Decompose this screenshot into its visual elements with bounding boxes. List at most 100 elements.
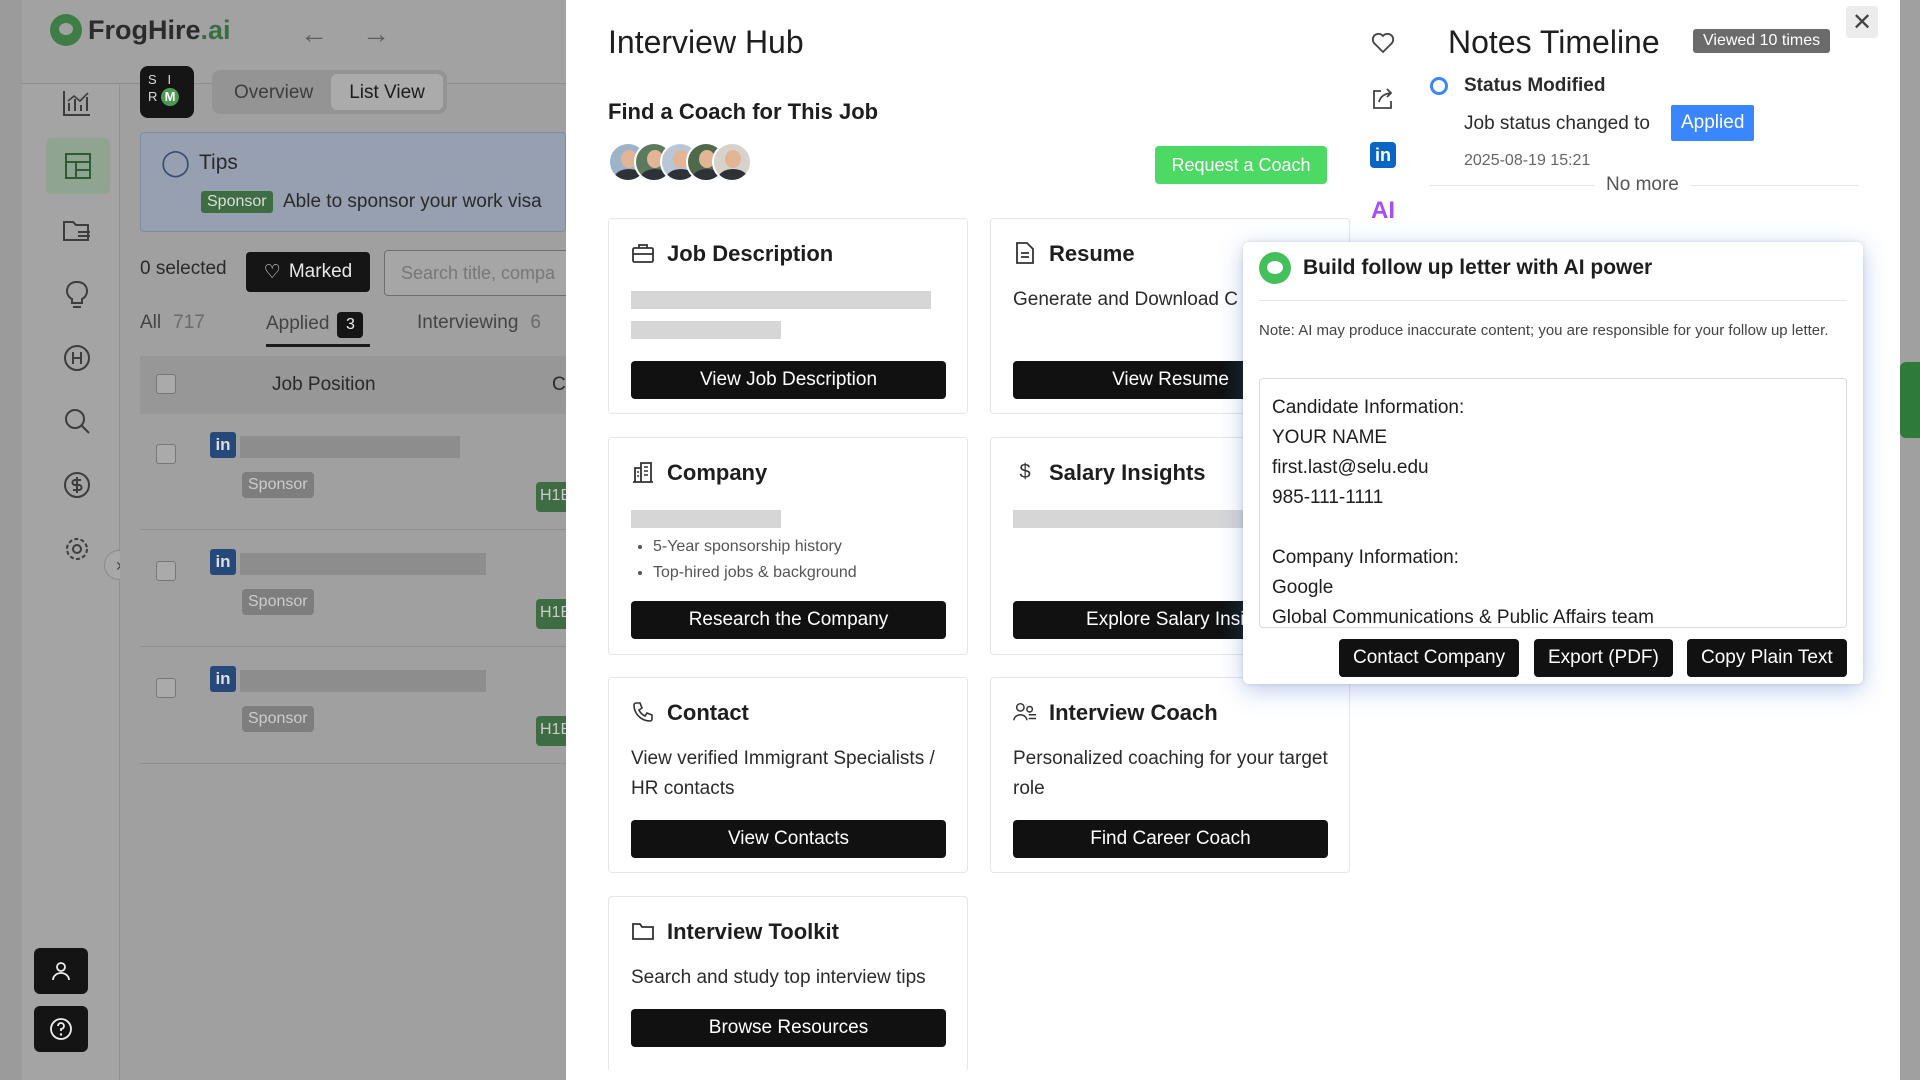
- card-description: Personalized coaching for your target ro…: [1013, 748, 1328, 799]
- table-row[interactable]: in Sponsor H1B: [140, 531, 576, 647]
- sidebar-item-settings[interactable]: [52, 524, 102, 574]
- job-title-placeholder: [240, 436, 460, 458]
- tab-interviewing[interactable]: Interviewing 6: [417, 312, 541, 334]
- timeline-dot-icon: [1430, 77, 1448, 95]
- timeline-end-divider: No more: [1430, 174, 1858, 196]
- row-checkbox[interactable]: [156, 561, 176, 581]
- sidebar-item-analytics[interactable]: [52, 78, 102, 128]
- lightbulb-icon: ◯: [161, 147, 191, 177]
- linkedin-icon: in: [210, 549, 236, 575]
- timeline-text: Job status changed to: [1464, 113, 1650, 134]
- card-description: View verified Immigrant Specialists / HR…: [631, 748, 935, 799]
- letter-line: Global Communications & Public Affairs t…: [1272, 607, 1654, 628]
- marked-filter-button[interactable]: ♡ Marked: [246, 252, 370, 292]
- profile-button[interactable]: [34, 948, 88, 994]
- tab-list-view[interactable]: List View: [331, 74, 443, 110]
- app-logo[interactable]: FrogHire.ai: [50, 14, 231, 46]
- browse-resources-button[interactable]: Browse Resources: [631, 1009, 946, 1047]
- floating-side-tab[interactable]: [1900, 362, 1920, 438]
- view-contacts-button[interactable]: View Contacts: [631, 820, 946, 858]
- tab-count: 717: [173, 312, 205, 333]
- sidebar-item-h1b[interactable]: [52, 333, 102, 383]
- right-edge-strip: [1900, 0, 1920, 1080]
- list-item: 5-Year sponsorship history: [653, 534, 857, 560]
- row-checkbox[interactable]: [156, 678, 176, 698]
- sidebar-item-jobs-table[interactable]: [46, 138, 110, 194]
- card-title: Interview Toolkit: [667, 919, 839, 944]
- favorite-button[interactable]: [1368, 28, 1398, 58]
- search-input[interactable]: Search title, compa: [384, 250, 584, 296]
- table-row[interactable]: in Sponsor H1B: [140, 414, 576, 530]
- view-toggle: Overview List View: [212, 70, 447, 114]
- select-all-checkbox[interactable]: [156, 374, 176, 394]
- letter-line: Candidate Information:: [1272, 397, 1465, 418]
- card-title: Interview Coach: [1049, 700, 1218, 725]
- marked-label: Marked: [288, 261, 353, 282]
- table-row[interactable]: in Sponsor H1B: [140, 648, 576, 764]
- back-arrow-icon[interactable]: ←: [300, 18, 328, 50]
- avatar-initial: S: [148, 72, 157, 87]
- letter-line: first.last@selu.edu: [1272, 457, 1429, 478]
- research-company-button[interactable]: Research the Company: [631, 601, 946, 639]
- building-icon: [631, 460, 655, 484]
- gear-icon: [66, 538, 88, 560]
- tab-label: All: [140, 312, 162, 333]
- row-checkbox[interactable]: [156, 444, 176, 464]
- view-job-description-button[interactable]: View Job Description: [631, 361, 946, 399]
- user-avatar[interactable]: S I R M: [140, 66, 194, 118]
- linkedin-button[interactable]: in: [1370, 142, 1396, 168]
- tab-applied[interactable]: Applied 3: [266, 312, 364, 338]
- avatar-initial: I: [167, 72, 172, 87]
- timeline-timestamp: 2025-08-19 15:21: [1464, 152, 1591, 169]
- share-button[interactable]: [1368, 84, 1398, 114]
- card-title: Resume: [1049, 241, 1135, 266]
- linkedin-icon: in: [210, 666, 236, 692]
- coach-section-title: Find a Coach for This Job: [608, 99, 879, 124]
- job-title-placeholder: [240, 553, 486, 575]
- ai-followup-popup: Build follow up letter with AI power Not…: [1243, 242, 1863, 684]
- forward-arrow-icon[interactable]: →: [362, 18, 390, 50]
- ai-disclaimer: Note: AI may produce inaccurate content;…: [1259, 322, 1829, 339]
- export-pdf-button[interactable]: Export (PDF): [1534, 639, 1673, 677]
- tab-label: Applied: [266, 313, 330, 334]
- linkedin-icon: in: [210, 432, 236, 458]
- logo-suffix: .ai: [200, 14, 231, 45]
- popup-title: Build follow up letter with AI power: [1303, 256, 1653, 279]
- close-button[interactable]: ✕: [1846, 6, 1878, 38]
- tab-count: 3: [337, 312, 364, 338]
- tab-overview[interactable]: Overview: [216, 74, 331, 110]
- help-button[interactable]: [34, 1006, 88, 1052]
- notes-title: Notes Timeline: [1448, 24, 1660, 60]
- request-coach-button[interactable]: Request a Coach: [1155, 146, 1327, 184]
- sidebar-item-search[interactable]: [52, 396, 102, 446]
- sidebar-item-tips[interactable]: [52, 270, 102, 320]
- interview-toolkit-card: Interview Toolkit Search and study top i…: [608, 896, 968, 1072]
- company-card: Company 5-Year sponsorship history Top-h…: [608, 437, 968, 655]
- card-description: Search and study top interview tips: [631, 967, 926, 988]
- letter-line: Company Information:: [1272, 547, 1459, 568]
- company-highlights: 5-Year sponsorship history Top-hired job…: [653, 534, 857, 586]
- share-icon: [1373, 88, 1393, 109]
- job-description-card: Job Description View Job Description: [608, 218, 968, 414]
- letter-line: [1272, 513, 1834, 543]
- ai-button[interactable]: AI: [1368, 196, 1398, 226]
- letter-textarea[interactable]: Candidate Information: YOUR NAME first.l…: [1259, 378, 1847, 628]
- coach-avatar: [712, 142, 752, 182]
- contact-company-button[interactable]: Contact Company: [1339, 639, 1520, 677]
- contact-card: Contact View verified Immigrant Speciali…: [608, 677, 968, 873]
- dollar-icon: $: [1019, 460, 1031, 483]
- tips-banner: ◯ Tips Sponsor Able to sponsor your work…: [140, 132, 566, 232]
- sponsor-badge: Sponsor: [242, 706, 314, 732]
- tab-all[interactable]: All 717: [140, 312, 205, 334]
- timeline-status: Status Modified: [1464, 75, 1606, 96]
- h-circle-icon: [64, 345, 90, 371]
- find-career-coach-button[interactable]: Find Career Coach: [1013, 820, 1328, 858]
- sidebar-item-documents[interactable]: [52, 206, 102, 256]
- page-title: Interview Hub: [608, 24, 804, 60]
- coach-avatars[interactable]: [608, 142, 752, 184]
- sidebar-item-salary[interactable]: [52, 460, 102, 510]
- loading-placeholder: [631, 510, 781, 528]
- job-title-placeholder: [240, 670, 486, 692]
- users-icon: [1013, 700, 1037, 724]
- copy-plain-text-button[interactable]: Copy Plain Text: [1687, 639, 1847, 677]
